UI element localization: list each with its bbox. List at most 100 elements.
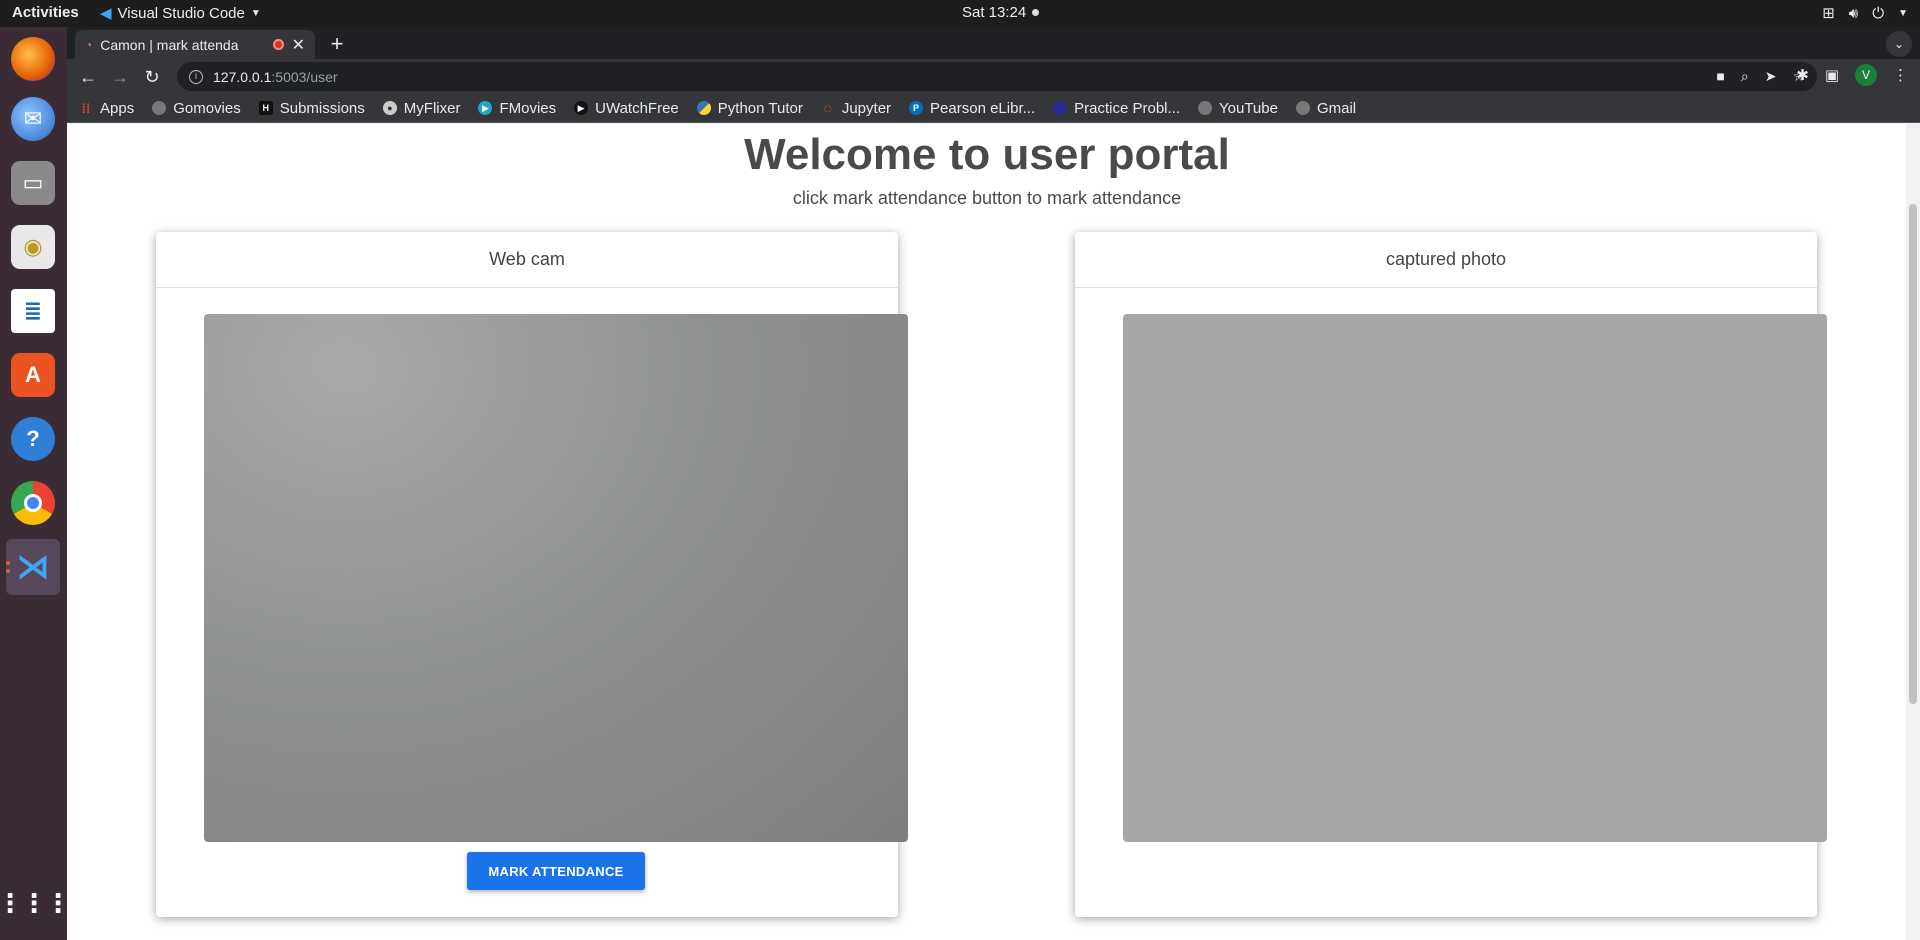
scrollbar-thumb[interactable] (1909, 204, 1917, 704)
bookmark-label: Submissions (279, 99, 365, 117)
extensions-icon[interactable]: ✱ (1796, 66, 1809, 84)
globe-icon (152, 101, 167, 115)
site-info-icon[interactable]: i (189, 69, 203, 84)
dock-item-rhythmbox[interactable]: ◉ (6, 219, 60, 275)
browser-toolbar: ← → ↻ i 127.0.0.1:5003/user ■ ⌕ ➤ ☆ ✱ ▣ … (67, 59, 1920, 94)
page-scrollbar[interactable] (1906, 124, 1920, 940)
dock-item-files[interactable]: ▭ (6, 155, 60, 211)
url-host: 127.0.0.1 (213, 68, 272, 85)
network-icon: ⊞ (1822, 5, 1835, 22)
vscode-icon: ◀ (100, 5, 112, 22)
address-bar[interactable]: i 127.0.0.1:5003/user ■ ⌕ ➤ ☆ (177, 62, 1817, 91)
more-menu-icon[interactable]: ⋮ (1893, 66, 1908, 84)
tab-title: Camon | mark attenda (100, 36, 239, 53)
reload-button[interactable]: ↻ (139, 64, 165, 90)
bookmark-gomovies[interactable]: Gomovies (152, 100, 241, 117)
volume-icon: 🔊︎ (1848, 4, 1859, 22)
back-button[interactable]: ← (75, 64, 101, 90)
globe-icon (1295, 101, 1310, 115)
dock-item-software[interactable]: A (6, 347, 60, 403)
bookmark-label: YouTube (1219, 99, 1278, 117)
url-text: 127.0.0.1:5003/user (213, 69, 338, 85)
apps-grid-icon: ⁞⁞ (81, 100, 91, 116)
dock-item-writer[interactable]: ≣ (6, 283, 60, 339)
bookmark-pearson[interactable]: P Pearson eLibr... (909, 100, 1035, 117)
send-icon[interactable]: ➤ (1765, 68, 1777, 85)
tab-strip: ◔ Camon | mark attenda ✕ + ⌄ (67, 27, 1920, 59)
apps-grid-icon: ⋮⋮⋮ (0, 887, 71, 918)
bookmark-gmail[interactable]: Gmail (1295, 99, 1357, 117)
dock-item-firefox[interactable] (6, 31, 60, 87)
system-tray[interactable]: ⊞ 🔊︎ ⏻ ▼ (1822, 4, 1908, 23)
files-icon: ▭ (11, 161, 55, 205)
chevron-down-icon: ⌄ (1893, 37, 1905, 51)
bookmark-jupyter[interactable]: ◌ Jupyter (821, 100, 891, 117)
bookmark-label: UWatchFree (595, 99, 679, 117)
bookmark-label: Jupyter (841, 99, 892, 117)
profile-avatar[interactable]: V (1855, 64, 1877, 86)
bookmarks-bar: ⁞⁞ Apps Gomovies H Submissions ● MyFlixer ▶… (67, 94, 1920, 123)
app-menu[interactable]: ◀ Visual Studio Code ▼ (100, 4, 261, 23)
bookmark-practice[interactable]: Practice Probl... (1053, 100, 1180, 117)
arrow-right-icon: → (111, 66, 129, 87)
bookmark-label: Gmail (1316, 99, 1357, 117)
web-page: Welcome to user portal click mark attend… (67, 124, 1920, 940)
tab-search-button[interactable]: ⌄ (1886, 31, 1912, 57)
reload-icon: ↻ (144, 66, 160, 87)
page-subtitle: click mark attendance button to mark att… (792, 188, 1182, 208)
play-circle-icon: ▶ (574, 101, 589, 115)
camera-icon[interactable]: ■ (1716, 68, 1724, 85)
bookmark-youtube[interactable]: YouTube (1198, 100, 1278, 117)
arrow-left-icon: ← (79, 66, 97, 87)
bookmark-submissions[interactable]: H Submissions (258, 99, 365, 117)
running-indicator (6, 569, 10, 573)
dock: ✉ ▭ ◉ ≣ A ? ⋊ ⋮⋮⋮ (0, 27, 71, 940)
close-tab-icon[interactable]: ✕ (292, 35, 305, 55)
bookmark-label: FMovies (499, 99, 557, 117)
system-top-bar: Activities ◀ Visual Studio Code ▼ Sat 13… (0, 0, 1920, 27)
globe-icon (1198, 101, 1212, 115)
dock-item-help[interactable]: ? (6, 411, 60, 467)
dock-item-vscode[interactable]: ⋊ (6, 539, 60, 595)
bookmark-uwatchfree[interactable]: ▶ UWatchFree (574, 100, 679, 117)
python-icon (696, 101, 711, 115)
url-path: :5003/user (271, 68, 338, 85)
bookmark-label: Pearson eLibr... (930, 99, 1036, 117)
captured-photo-card: captured photo (1075, 232, 1827, 917)
captured-photo-canvas (1123, 314, 1827, 842)
firefox-icon (11, 37, 55, 81)
clock[interactable]: Sat 13:24 (962, 4, 1040, 21)
forward-button[interactable]: → (107, 64, 133, 90)
bookmark-label: Python Tutor (717, 99, 803, 117)
zoom-icon[interactable]: ⌕ (1741, 68, 1749, 85)
software-icon: A (11, 353, 55, 397)
show-applications-button[interactable]: ⋮⋮⋮ (0, 875, 71, 931)
bookmark-myflixer[interactable]: ● MyFlixer (382, 100, 460, 117)
tab-active[interactable]: ◔ Camon | mark attenda ✕ (75, 30, 315, 59)
vscode-icon: ⋊ (16, 548, 50, 586)
new-tab-button[interactable]: + (323, 30, 351, 58)
side-panel-icon[interactable]: ▣ (1825, 66, 1839, 84)
chrome-icon (11, 481, 55, 525)
leetcode-icon (1053, 101, 1068, 115)
webcam-video (204, 314, 908, 842)
recording-icon (272, 39, 284, 50)
writer-icon: ≣ (11, 289, 55, 333)
jupyter-icon: ◌ (823, 100, 832, 116)
captured-photo-card-header: captured photo (1075, 232, 1817, 288)
bookmark-label: Practice Probl... (1074, 99, 1180, 117)
bookmark-fmovies[interactable]: ▶ FMovies (478, 100, 556, 117)
bookmark-python-tutor[interactable]: Python Tutor (696, 99, 803, 117)
activities-button[interactable]: Activities (12, 4, 79, 21)
webcam-card-header: Web cam (156, 232, 898, 288)
dock-item-thunderbird[interactable]: ✉ (6, 91, 60, 147)
webcam-card: Web cam MARK ATTENDANCE (156, 232, 908, 917)
toolbar-actions: ✱ ▣ V ⋮ (1796, 64, 1908, 86)
mark-attendance-button[interactable]: MARK ATTENDANCE (467, 852, 645, 890)
dock-item-chrome[interactable] (6, 475, 60, 531)
running-indicator (6, 561, 10, 565)
bookmark-label: Apps (100, 99, 135, 117)
plus-icon: + (330, 31, 344, 56)
bookmark-apps[interactable]: ⁞⁞ Apps (79, 99, 135, 117)
pearson-icon: P (909, 101, 924, 115)
